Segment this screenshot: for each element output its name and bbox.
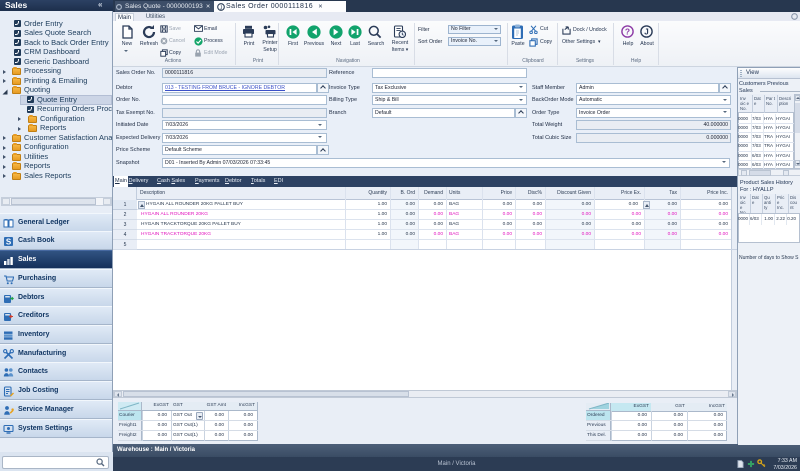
- svg-text:?: ?: [625, 26, 630, 36]
- svg-text:J: J: [644, 27, 648, 36]
- svg-text:S: S: [6, 238, 12, 247]
- svg-text:J: J: [220, 5, 223, 11]
